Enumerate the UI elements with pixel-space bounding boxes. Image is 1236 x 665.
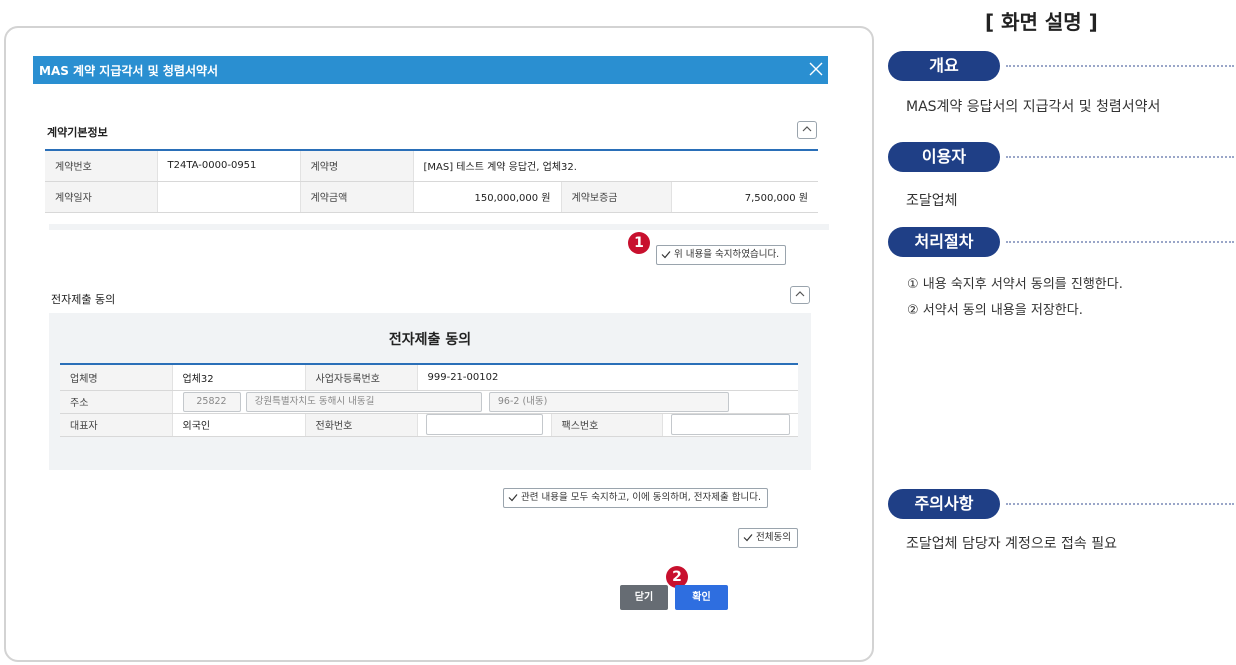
user-text: 조달업체 xyxy=(906,193,958,209)
caution-pill: 주의사항 xyxy=(888,489,1000,519)
table-row: 계약일자 계약금액 150,000,000 원 계약보증금 7,500,000 … xyxy=(45,181,818,213)
process-step-1: ① 내용 숙지후 서약서 동의를 진행한다. xyxy=(907,277,1123,292)
agree-submit-button[interactable]: 관련 내용을 모두 숙지하고, 이에 동의하며, 전자제출 합니다. xyxy=(503,488,768,508)
fax-input[interactable] xyxy=(670,414,790,435)
acknowledge-label: 위 내용을 숙지하였습니다. xyxy=(674,249,780,260)
agree-all-label: 전체동의 xyxy=(756,532,791,543)
address2-field[interactable]: 96-2 (내동) xyxy=(488,391,729,412)
contract-amount-value: 150,000,000 원 xyxy=(412,181,561,213)
close-icon[interactable] xyxy=(806,59,826,79)
phone-input[interactable] xyxy=(425,414,543,435)
ceo-value: 외국인 xyxy=(171,413,305,437)
address1-field[interactable]: 강원특별자치도 동해시 내동길 xyxy=(245,391,482,412)
contract-amount-label: 계약금액 xyxy=(299,181,413,213)
agree-submit-label: 관련 내용을 모두 숙지하고, 이에 동의하며, 전자제출 합니다. xyxy=(521,492,761,503)
address-cell: 25822 강원특별자치도 동해시 내동길 96-2 (내동) xyxy=(171,390,798,414)
guarantee-value: 7,500,000 원 xyxy=(670,181,818,213)
consent-collapse-button[interactable] xyxy=(790,286,810,304)
consent-table: 업체명 업체32 사업자등록번호 999-21-00102 주소 25822 강… xyxy=(60,363,798,437)
chevron-up-icon xyxy=(802,126,812,132)
contract-date-value xyxy=(156,181,300,213)
ceo-label: 대표자 xyxy=(60,413,172,437)
guarantee-label: 계약보증금 xyxy=(560,181,671,213)
consent-section-title: 전자제출 동의 xyxy=(51,293,116,306)
contract-info-table: 계약번호 T24TA-0000-0951 계약명 [MAS] 테스트 계약 응답… xyxy=(45,149,818,213)
bizno-value: 999-21-00102 xyxy=(416,363,798,391)
chevron-up-icon xyxy=(795,291,805,297)
phone-cell xyxy=(416,413,551,437)
process-step-2: ② 서약서 동의 내용을 저장한다. xyxy=(907,303,1083,318)
dotted-divider xyxy=(1006,156,1234,158)
step-badge-1: 1 xyxy=(628,232,650,254)
contract-no-value: T24TA-0000-0951 xyxy=(156,149,300,182)
close-button[interactable]: 닫기 xyxy=(620,585,668,610)
caution-text: 조달업체 담당자 계정으로 접속 필요 xyxy=(906,536,1117,552)
company-label: 업체명 xyxy=(60,363,172,391)
process-pill: 처리절차 xyxy=(888,227,1000,257)
table-row: 주소 25822 강원특별자치도 동해시 내동길 96-2 (내동) xyxy=(60,390,798,414)
table-row: 계약번호 T24TA-0000-0951 계약명 [MAS] 테스트 계약 응답… xyxy=(45,149,818,182)
contract-info-collapse-button[interactable] xyxy=(797,121,817,139)
dotted-divider xyxy=(1006,503,1234,505)
modal-header: MAS 계약 지급각서 및 청렴서약서 xyxy=(33,56,828,84)
zipcode-field[interactable]: 25822 xyxy=(182,391,241,412)
fax-cell xyxy=(661,413,798,437)
contract-name-value: [MAS] 테스트 계약 응답건, 업체32. xyxy=(412,149,818,182)
acknowledge-button[interactable]: 위 내용을 숙지하였습니다. xyxy=(656,245,787,265)
bizno-label: 사업자등록번호 xyxy=(304,363,417,391)
user-pill: 이용자 xyxy=(888,142,1000,172)
table-row: 대표자 외국인 전화번호 팩스번호 xyxy=(60,413,798,437)
phone-label: 전화번호 xyxy=(304,413,417,437)
modal-dialog: MAS 계약 지급각서 및 청렴서약서 계약기본정보 계약번호 T24TA-00… xyxy=(33,56,829,622)
confirm-button[interactable]: 확인 xyxy=(675,585,728,610)
panel-title: [ 화면 설명 ] xyxy=(985,10,1098,34)
dotted-divider xyxy=(1006,241,1234,243)
contract-date-label: 계약일자 xyxy=(45,181,157,213)
section-divider xyxy=(49,224,829,230)
modal-title: MAS 계약 지급각서 및 청렴서약서 xyxy=(39,64,219,78)
address-label: 주소 xyxy=(60,390,172,414)
contract-no-label: 계약번호 xyxy=(45,149,157,182)
consent-heading: 전자제출 동의 xyxy=(388,332,472,348)
contract-name-label: 계약명 xyxy=(299,149,413,182)
table-row: 업체명 업체32 사업자등록번호 999-21-00102 xyxy=(60,363,798,391)
agree-all-button[interactable]: 전체동의 xyxy=(738,528,798,548)
contract-info-title: 계약기본정보 xyxy=(47,126,108,139)
check-icon xyxy=(743,534,753,542)
consent-box: 전자제출 동의 업체명 업체32 사업자등록번호 999-21-00102 주소… xyxy=(49,313,811,470)
fax-label: 팩스번호 xyxy=(550,413,662,437)
company-value: 업체32 xyxy=(171,363,305,391)
overview-text: MAS계약 응답서의 지급각서 및 청렴서약서 xyxy=(906,99,1161,115)
overview-pill: 개요 xyxy=(888,51,1000,81)
dotted-divider xyxy=(1006,65,1234,67)
check-icon xyxy=(508,494,518,502)
check-icon xyxy=(661,251,671,259)
